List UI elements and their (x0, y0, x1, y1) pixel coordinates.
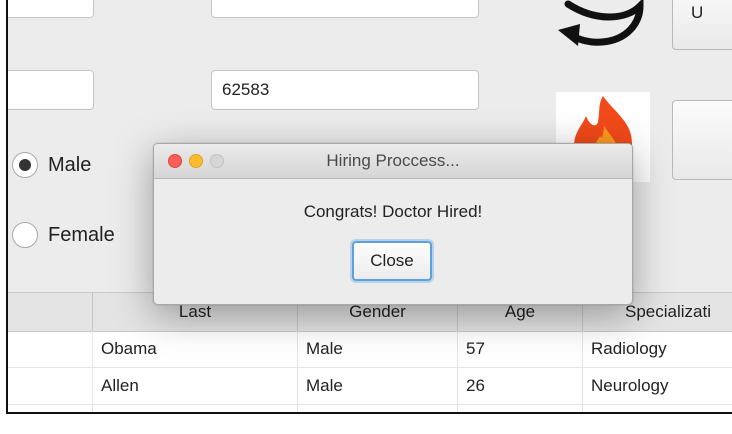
table-row[interactable]: Allen Male 26 Neurology (8, 368, 732, 405)
cell-specialization: Neurology (591, 376, 669, 395)
cell-gender: Male (298, 368, 458, 404)
dialog-title: Hiring Proccess... (326, 151, 460, 170)
dialog-message: Congrats! Doctor Hired! (303, 202, 483, 221)
hiring-dialog: Hiring Proccess... Congrats! Doctor Hire… (153, 143, 633, 305)
column-header-first[interactable] (8, 293, 93, 331)
close-button[interactable]: Close (352, 241, 432, 281)
mid-left-field[interactable] (8, 70, 94, 110)
table-row[interactable]: Strange Male 36 Radiology (8, 405, 732, 412)
gender-male-option[interactable]: Male (12, 152, 91, 178)
top-mid-field[interactable] (211, 0, 479, 18)
female-label: Female (48, 223, 115, 246)
refresh-icon[interactable] (556, 0, 648, 50)
cell-age: 57 (458, 331, 583, 367)
doctor-id-field[interactable]: 62583 (211, 70, 479, 110)
top-right-button[interactable]: U (672, 0, 732, 50)
male-label: Male (48, 153, 92, 176)
cell-last: Obama (93, 331, 298, 367)
cell-age: 36 (458, 405, 583, 412)
doctors-table: Last Gender Age Specializati Obama Male … (8, 292, 732, 412)
male-radio[interactable] (12, 152, 38, 178)
cell-gender: Male (298, 331, 458, 367)
gender-female-option[interactable]: Female (12, 222, 115, 248)
right-action-button[interactable] (672, 100, 732, 180)
cell-first (8, 405, 93, 412)
dialog-titlebar[interactable]: Hiring Proccess... (154, 144, 632, 179)
cell-gender: Male (298, 405, 458, 412)
cell-first (8, 368, 93, 404)
cell-specialization: Radiology (583, 405, 732, 412)
first-name-top-field[interactable] (8, 0, 94, 18)
cell-age: 26 (458, 368, 583, 404)
cell-first (8, 331, 93, 367)
cell-last: Strange (93, 405, 298, 412)
table-row[interactable]: Obama Male 57 Radiology (8, 331, 732, 368)
cell-specialization: Radiology (591, 339, 667, 358)
female-radio[interactable] (12, 222, 38, 248)
cell-last: Allen (93, 368, 298, 404)
